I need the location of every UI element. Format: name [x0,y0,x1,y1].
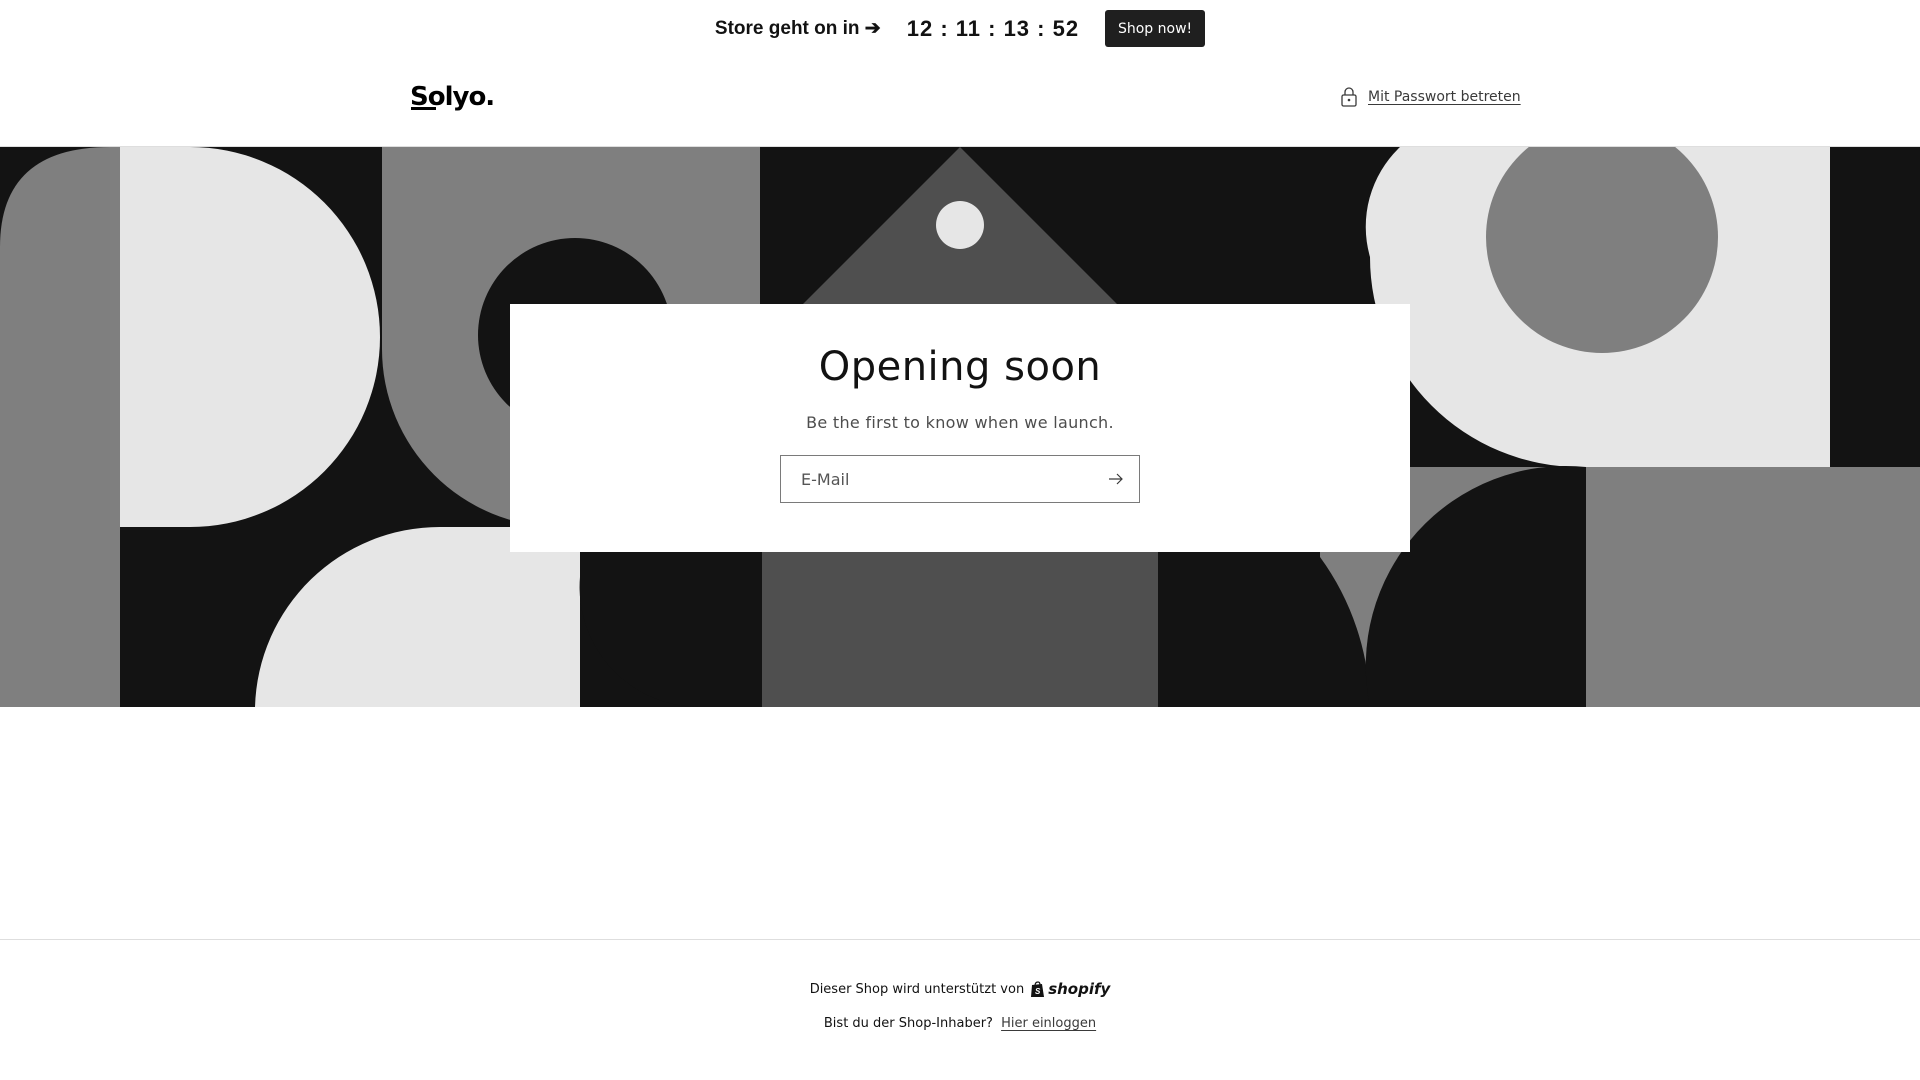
newsletter-card: Opening soon Be the first to know when w… [510,304,1410,552]
announcement-text: Store geht on in ➔ [714,18,881,39]
owner-question: Bist du der Shop-Inhaber? [823,1016,993,1031]
powered-by: Dieser Shop wird unterstützt von S shopi… [810,980,1111,998]
login-link[interactable]: Hier einloggen [1001,1016,1096,1031]
logo-underline [411,107,436,110]
page-subtitle: Be the first to know when we launch. [806,413,1114,432]
lock-icon [1341,87,1357,107]
announcement-bar: Store geht on in ➔ 12 : 11 : 13 : 52 Sho… [0,0,1920,57]
owner-login-row: Bist du der Shop-Inhaber? Hier einloggen [824,1016,1096,1031]
countdown-timer: 12 : 11 : 13 : 52 [906,15,1080,41]
email-field [780,455,1140,503]
password-link-label: Mit Passwort betreten [1368,89,1521,105]
email-input[interactable] [781,456,1139,502]
shop-now-button[interactable]: Shop now! [1105,10,1206,47]
shopify-label: shopify [1048,980,1111,998]
email-submit-button[interactable] [1101,464,1131,494]
arrow-right-icon [1109,473,1123,485]
site-footer: Dieser Shop wird unterstützt von S shopi… [0,939,1920,1080]
svg-text:S: S [1035,987,1041,996]
password-entry-link[interactable]: Mit Passwort betreten [1340,87,1521,107]
shopify-bag-icon: S [1031,980,1045,997]
page-title: Opening soon [818,344,1102,390]
site-header: Solyo. Mit Passwort betreten [0,57,1920,147]
powered-by-text: Dieser Shop wird unterstützt von [809,981,1025,997]
shopify-logo-link[interactable]: S shopify [1030,980,1110,998]
